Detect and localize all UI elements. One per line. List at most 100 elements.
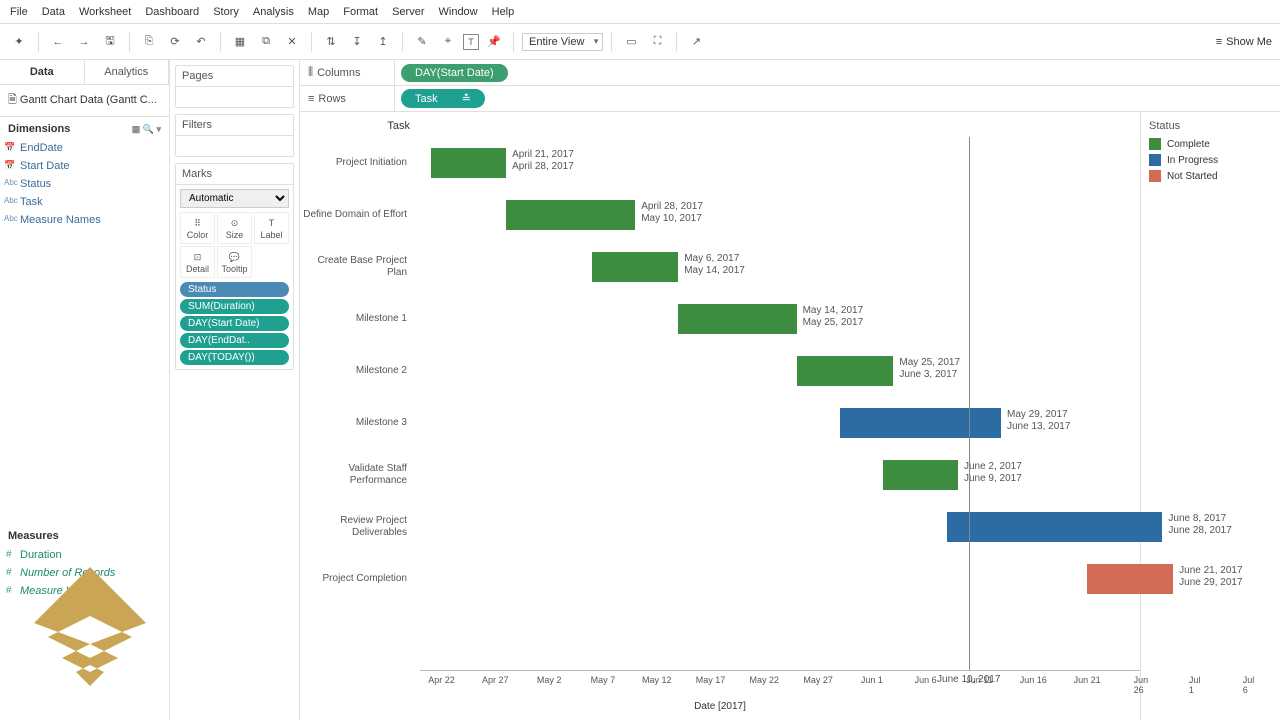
- gantt-bar[interactable]: [797, 356, 894, 386]
- marks-pill-4[interactable]: DAY(TODAY()): [180, 350, 289, 365]
- menu-bar: File Data Worksheet Dashboard Story Analysis M…: [0, 0, 1280, 24]
- text-icon[interactable]: T: [463, 34, 479, 50]
- columns-pill[interactable]: DAY(Start Date): [401, 64, 508, 82]
- marks-type-select[interactable]: Automatic: [180, 189, 289, 208]
- fit-select[interactable]: Entire View: [522, 33, 603, 51]
- color-legend[interactable]: Status CompleteIn ProgressNot Started: [1140, 112, 1280, 720]
- undo-icon[interactable]: ↶: [190, 31, 212, 53]
- tab-data[interactable]: Data: [0, 60, 85, 84]
- gantt-bar[interactable]: [947, 512, 1162, 542]
- rows-icon: ≡: [308, 93, 314, 105]
- marks-detail[interactable]: ⊡Detail: [180, 246, 215, 278]
- marks-pill-3[interactable]: DAY(EndDat..: [180, 333, 289, 348]
- bar-date-label: June 8, 2017June 28, 2017: [1168, 513, 1231, 537]
- forward-icon[interactable]: →: [73, 31, 95, 53]
- sort-asc-icon[interactable]: ↧: [346, 31, 368, 53]
- dimension-measure-names[interactable]: Measure Names: [0, 211, 169, 229]
- pin-icon[interactable]: 📌: [483, 31, 505, 53]
- x-tick: Apr 22: [428, 675, 455, 685]
- menu-help[interactable]: Help: [492, 6, 515, 18]
- gantt-bar[interactable]: [1087, 564, 1173, 594]
- menu-data[interactable]: Data: [42, 6, 65, 18]
- menu-file[interactable]: File: [10, 6, 28, 18]
- task-label: Define Domain of Effort: [300, 209, 415, 221]
- marks-label[interactable]: TLabel: [254, 212, 289, 244]
- menu-analysis[interactable]: Analysis: [253, 6, 294, 18]
- dimension-start-date[interactable]: Start Date: [0, 157, 169, 175]
- sort-desc-icon[interactable]: ↥: [372, 31, 394, 53]
- cards-icon[interactable]: ▭: [620, 31, 642, 53]
- marks-size[interactable]: ⊙Size: [217, 212, 252, 244]
- refresh-icon[interactable]: ⟳: [164, 31, 186, 53]
- toolbar: ✦ ← → 🖫 ⎘ ⟳ ↶ ▦ ⧉ ✕ ⇅ ↧ ↥ ✎ ⌖ T 📌 Entire…: [0, 24, 1280, 60]
- task-label: Project Initiation: [300, 157, 415, 169]
- gantt-row-1: Define Domain of EffortApril 28, 2017May…: [420, 189, 1140, 241]
- columns-shelf[interactable]: ⫼Columns DAY(Start Date): [300, 60, 1280, 86]
- menu-window[interactable]: Window: [439, 6, 478, 18]
- dimension-status[interactable]: Status: [0, 175, 169, 193]
- rows-shelf[interactable]: ≡Rows Task≛: [300, 86, 1280, 112]
- x-tick: May 7: [591, 675, 616, 685]
- datasource-item[interactable]: 🗎 Gantt Chart Data (Gantt C...: [0, 85, 169, 117]
- swap-icon[interactable]: ⇅: [320, 31, 342, 53]
- gantt-bar[interactable]: [883, 460, 958, 490]
- gantt-row-7: Review Project DeliverablesJune 8, 2017J…: [420, 501, 1140, 553]
- back-icon[interactable]: ←: [47, 31, 69, 53]
- filters-card[interactable]: Filters: [175, 114, 294, 157]
- marks-pill-1[interactable]: SUM(Duration): [180, 299, 289, 314]
- gantt-bar[interactable]: [592, 252, 678, 282]
- clear-icon[interactable]: ✕: [281, 31, 303, 53]
- legend-item-complete[interactable]: Complete: [1149, 136, 1272, 152]
- highlight-icon[interactable]: ✎: [411, 31, 433, 53]
- bar-date-label: April 28, 2017May 10, 2017: [641, 201, 703, 225]
- duplicate-icon[interactable]: ⧉: [255, 31, 277, 53]
- gantt-bar[interactable]: [678, 304, 796, 334]
- dimension-task[interactable]: Task: [0, 193, 169, 211]
- chart-row-header: Task: [300, 112, 420, 132]
- marks-tooltip[interactable]: 💬Tooltip: [217, 246, 252, 278]
- menu-format[interactable]: Format: [343, 6, 378, 18]
- x-tick: May 12: [642, 675, 672, 685]
- measures-header: Measures: [0, 524, 169, 546]
- pages-card[interactable]: Pages: [175, 65, 294, 108]
- gantt-bar[interactable]: [506, 200, 635, 230]
- legend-title: Status: [1149, 120, 1272, 132]
- dimension-enddate[interactable]: EndDate: [0, 139, 169, 157]
- menu-dashboard[interactable]: Dashboard: [145, 6, 199, 18]
- gantt-bar[interactable]: [431, 148, 506, 178]
- tableau-icon[interactable]: ✦: [8, 31, 30, 53]
- gantt-row-2: Create Base Project PlanMay 6, 2017May 1…: [420, 241, 1140, 293]
- rows-pill[interactable]: Task≛: [401, 89, 485, 108]
- task-label: Milestone 2: [300, 365, 415, 377]
- legend-item-in-progress[interactable]: In Progress: [1149, 152, 1272, 168]
- save-icon[interactable]: 🖫: [99, 31, 121, 53]
- gantt-chart[interactable]: Task Project InitiationApril 21, 2017Apr…: [300, 112, 1140, 720]
- x-tick: Jul 1: [1189, 675, 1201, 695]
- x-tick: May 2: [537, 675, 562, 685]
- menu-server[interactable]: Server: [392, 6, 424, 18]
- x-tick: Jun 26: [1134, 675, 1149, 695]
- x-tick: Jun 21: [1074, 675, 1101, 685]
- new-worksheet-icon[interactable]: ▦: [229, 31, 251, 53]
- show-me-button[interactable]: ≡ Show Me: [1216, 36, 1272, 48]
- x-tick: Apr 27: [482, 675, 509, 685]
- bar-date-label: May 25, 2017June 3, 2017: [899, 357, 960, 381]
- menu-map[interactable]: Map: [308, 6, 329, 18]
- reference-line: June 10, 2017: [969, 137, 970, 670]
- gantt-row-6: Validate Staff PerformanceJune 2, 2017Ju…: [420, 449, 1140, 501]
- new-datasource-icon[interactable]: ⎘: [138, 31, 160, 53]
- gantt-row-8: Project CompletionJune 21, 2017June 29, …: [420, 553, 1140, 605]
- marks-color[interactable]: ⠿Color: [180, 212, 215, 244]
- legend-item-not-started[interactable]: Not Started: [1149, 168, 1272, 184]
- group-icon[interactable]: ⌖: [437, 31, 459, 53]
- tab-analytics[interactable]: Analytics: [85, 60, 170, 84]
- presentation-icon[interactable]: ⛶: [646, 31, 668, 53]
- bar-date-label: May 14, 2017May 25, 2017: [803, 305, 864, 329]
- share-icon[interactable]: ↗: [685, 31, 707, 53]
- marks-pill-2[interactable]: DAY(Start Date): [180, 316, 289, 331]
- gantt-bar[interactable]: [840, 408, 1001, 438]
- menu-worksheet[interactable]: Worksheet: [79, 6, 131, 18]
- marks-pill-0[interactable]: Status: [180, 282, 289, 297]
- task-label: Validate Staff Performance: [300, 463, 415, 487]
- menu-story[interactable]: Story: [213, 6, 239, 18]
